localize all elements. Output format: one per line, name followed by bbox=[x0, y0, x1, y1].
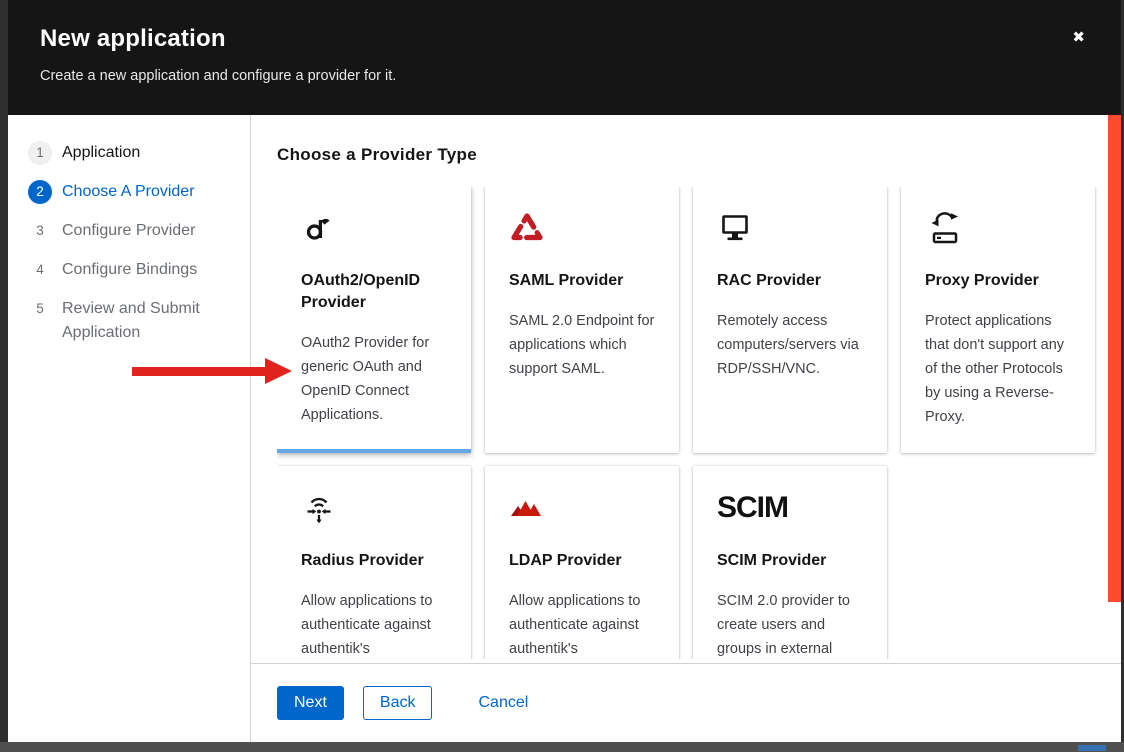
openid-logo-icon bbox=[301, 210, 451, 246]
provider-card-title: Proxy Provider bbox=[925, 270, 1075, 292]
step-label: Application bbox=[62, 141, 140, 165]
provider-card-title: OAuth2/OpenID Provider bbox=[301, 270, 451, 314]
provider-card-description: Allow applications to authenticate again… bbox=[301, 589, 451, 659]
provider-card-title: Radius Provider bbox=[301, 550, 451, 572]
provider-card-description: Protect applications that don't support … bbox=[925, 309, 1075, 429]
saml-logo-icon bbox=[509, 210, 659, 246]
modal-title: New application bbox=[40, 25, 1089, 53]
cancel-button[interactable]: Cancel bbox=[474, 686, 532, 720]
scrollbar-thumb[interactable] bbox=[1108, 115, 1121, 602]
new-application-wizard-modal: New application Create a new application… bbox=[8, 0, 1121, 742]
provider-type-content: Choose a Provider Type OAuth2/OpenID Pro… bbox=[251, 115, 1121, 663]
provider-card-oauth2-openid-provider[interactable]: OAuth2/OpenID Provider OAuth2 Provider fo… bbox=[277, 186, 471, 453]
provider-card-title: SCIM Provider bbox=[717, 550, 867, 572]
provider-card-scim-provider[interactable]: SCIM SCIM Provider SCIM 2.0 provider to cr… bbox=[693, 466, 887, 659]
step-number-badge: 2 bbox=[28, 180, 52, 204]
wizard-steps-sidebar: 1 Application 2 Choose A Provider 3 Configure… bbox=[8, 115, 251, 742]
wizard-step-review-and-submit-application[interactable]: 5 Review and Submit Application bbox=[28, 297, 236, 345]
provider-card-rac-provider[interactable]: RAC Provider Remotely access computers/se… bbox=[693, 186, 887, 453]
proxy-arrows-icon bbox=[925, 210, 1075, 246]
provider-card-description: OAuth2 Provider for generic OAuth and Op… bbox=[301, 331, 451, 427]
close-icon[interactable]: ✖ bbox=[1068, 26, 1089, 49]
background-page-text-fragment bbox=[1078, 745, 1106, 751]
scim-logo-icon: SCIM bbox=[717, 490, 867, 526]
provider-card-description: SAML 2.0 Endpoint for applications which… bbox=[509, 309, 659, 381]
wizard-step-choose-a-provider[interactable]: 2 Choose A Provider bbox=[28, 180, 236, 204]
step-label: Review and Submit Application bbox=[62, 297, 236, 345]
provider-cards-grid: OAuth2/OpenID Provider OAuth2 Provider fo… bbox=[277, 186, 1121, 659]
provider-card-ldap-provider[interactable]: LDAP Provider Allow applications to authe… bbox=[485, 466, 679, 659]
wizard-step-application[interactable]: 1 Application bbox=[28, 141, 236, 165]
provider-card-description: SCIM 2.0 provider to create users and gr… bbox=[717, 589, 867, 659]
ldap-mountains-icon bbox=[509, 490, 659, 526]
step-label: Configure Bindings bbox=[62, 258, 197, 282]
modal-body: 1 Application 2 Choose A Provider 3 Configure… bbox=[8, 115, 1121, 742]
provider-card-description: Remotely access computers/servers via RD… bbox=[717, 309, 867, 381]
step-number-badge: 1 bbox=[28, 141, 52, 165]
wizard-main-column: Choose a Provider Type OAuth2/OpenID Pro… bbox=[251, 115, 1121, 742]
provider-card-proxy-provider[interactable]: Proxy Provider Protect applications that … bbox=[901, 186, 1095, 453]
next-button[interactable]: Next bbox=[277, 686, 344, 720]
step-number-badge: 4 bbox=[28, 258, 52, 282]
page-backdrop-strip bbox=[0, 742, 1124, 752]
content-heading: Choose a Provider Type bbox=[277, 145, 1121, 165]
provider-card-title: SAML Provider bbox=[509, 270, 659, 292]
back-button[interactable]: Back bbox=[363, 686, 433, 720]
radius-signal-icon bbox=[301, 490, 451, 526]
modal-subtitle: Create a new application and configure a… bbox=[40, 68, 1089, 84]
step-label: Choose A Provider bbox=[62, 180, 195, 204]
wizard-step-configure-bindings[interactable]: 4 Configure Bindings bbox=[28, 258, 236, 282]
scim-logo-text: SCIM bbox=[717, 491, 788, 525]
step-label: Configure Provider bbox=[62, 219, 195, 243]
provider-card-title: LDAP Provider bbox=[509, 550, 659, 572]
provider-card-radius-provider[interactable]: Radius Provider Allow applications to aut… bbox=[277, 466, 471, 659]
modal-header: New application Create a new application… bbox=[8, 0, 1121, 115]
step-number-badge: 5 bbox=[28, 297, 52, 321]
step-number-badge: 3 bbox=[28, 219, 52, 243]
modal-footer: Next Back Cancel bbox=[251, 663, 1121, 742]
provider-card-description: Allow applications to authenticate again… bbox=[509, 589, 659, 659]
provider-card-saml-provider[interactable]: SAML Provider SAML 2.0 Endpoint for appli… bbox=[485, 186, 679, 453]
provider-card-title: RAC Provider bbox=[717, 270, 867, 292]
wizard-step-configure-provider[interactable]: 3 Configure Provider bbox=[28, 219, 236, 243]
monitor-icon bbox=[717, 210, 867, 246]
